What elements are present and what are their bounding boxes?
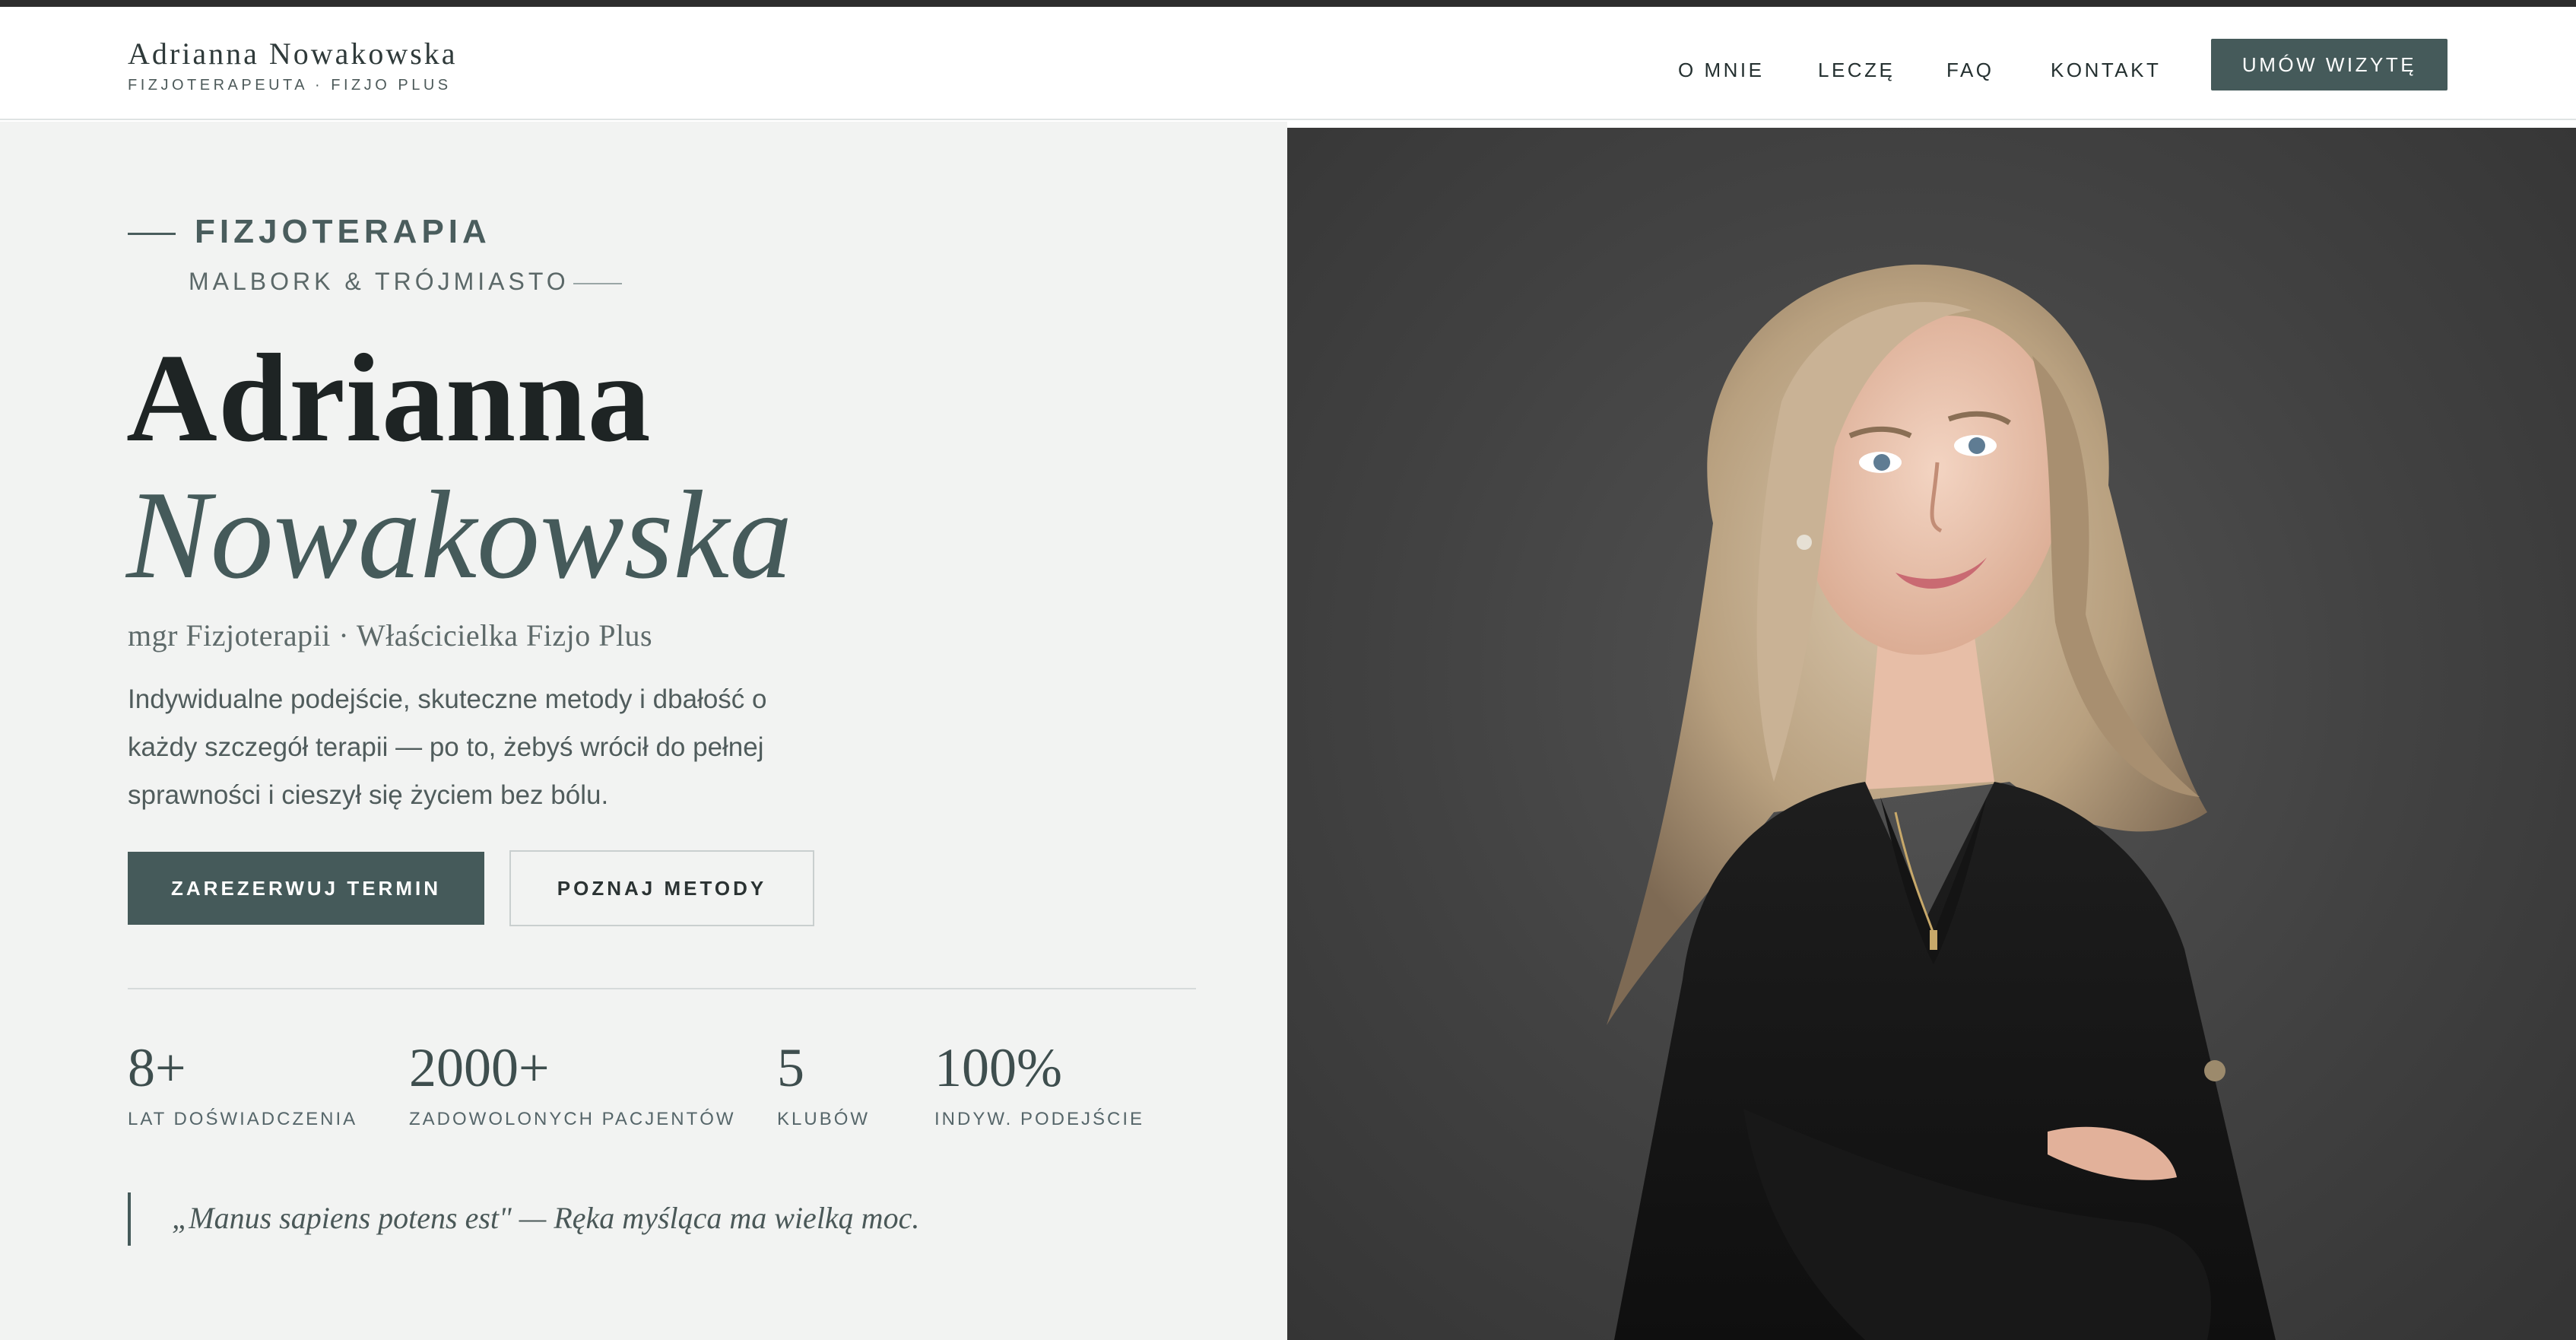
hero-eyebrow: FIZJOTERAPIA bbox=[195, 213, 491, 250]
brand-name[interactable]: Adrianna Nowakowska bbox=[128, 36, 458, 71]
nav-item-kontakt[interactable]: KONTAKT bbox=[2051, 59, 2161, 82]
portrait-photo bbox=[1287, 128, 2576, 1340]
hero-subtitle: mgr Fizjoterapii · Właścicielka Fizjo Pl… bbox=[128, 618, 653, 653]
stat-label: INDYW. PODEJŚCIE bbox=[934, 1109, 1145, 1129]
stats-divider bbox=[128, 988, 1196, 989]
hero-first-name: Adrianna bbox=[126, 328, 652, 468]
brand-subtitle: FIZJOTERAPEUTA · FIZJO PLUS bbox=[128, 77, 452, 94]
site-header: Adrianna Nowakowska FIZJOTERAPEUTA · FIZ… bbox=[0, 7, 2576, 120]
eyebrow-dash bbox=[128, 233, 176, 235]
stat-value: 8+ bbox=[128, 1037, 186, 1098]
book-appointment-button[interactable]: ZAREZERWUJ TERMIN bbox=[128, 852, 484, 925]
book-visit-button[interactable]: UMÓW WIZYTĘ bbox=[2211, 39, 2448, 90]
hero-quote: „Manus sapiens potens est" — Ręka myśląc… bbox=[172, 1201, 920, 1235]
stat-value: 5 bbox=[777, 1037, 804, 1098]
nav-item-o-mnie[interactable]: O MNIE bbox=[1678, 59, 1764, 82]
hero-last-name: Nowakowska bbox=[126, 465, 793, 605]
hero-lead: Indywidualne podejście, skuteczne metody… bbox=[128, 684, 767, 810]
top-accent-bar bbox=[0, 0, 2576, 7]
stat-label: ZADOWOLONYCH PACJENTÓW bbox=[409, 1109, 736, 1129]
stat-value: 100% bbox=[934, 1037, 1062, 1098]
location-dash bbox=[573, 283, 622, 284]
hero-location: MALBORK & TRÓJMIASTO bbox=[189, 268, 569, 295]
nav-item-faq[interactable]: FAQ bbox=[1946, 59, 1994, 82]
quote-bar bbox=[128, 1192, 131, 1246]
portrait-illustration bbox=[1607, 264, 2276, 1340]
stat-value: 2000+ bbox=[409, 1037, 550, 1098]
learn-methods-button[interactable]: POZNAJ METODY bbox=[509, 850, 814, 926]
stat-label: KLUBÓW bbox=[777, 1109, 871, 1129]
nav-item-lecze[interactable]: LECZĘ bbox=[1818, 59, 1895, 82]
stat-label: LAT DOŚWIADCZENIA bbox=[128, 1109, 358, 1129]
